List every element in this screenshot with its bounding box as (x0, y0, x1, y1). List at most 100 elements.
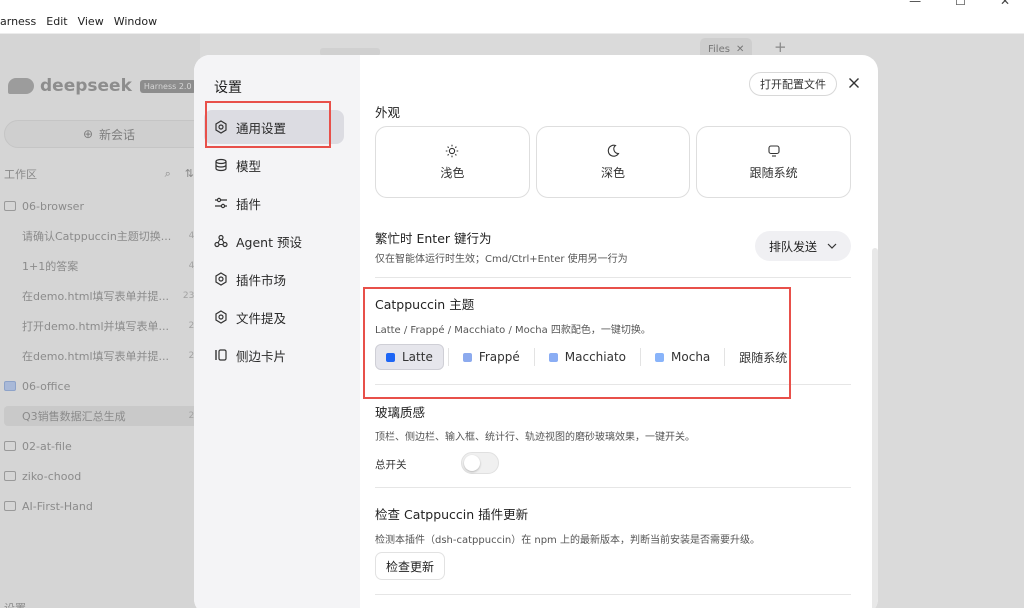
new-tab-button[interactable]: + (774, 38, 787, 56)
folder-icon (4, 441, 16, 451)
filter-icon[interactable]: ⇅ (185, 167, 194, 181)
divider (375, 277, 851, 278)
sun-icon (446, 144, 459, 157)
tree-label: 打开demo.html并填写表单... (22, 320, 170, 333)
tree-folder[interactable]: 06-office (4, 376, 200, 396)
tree-item[interactable]: 在demo.html填写表单并提... 23h (4, 286, 200, 306)
menu-view[interactable]: View (78, 15, 104, 28)
nav-item-label: 插件 (236, 196, 262, 212)
tree-item[interactable]: 打开demo.html并填写表单...2d (4, 316, 200, 336)
nav-item-models[interactable]: 模型 (204, 148, 344, 182)
close-icon[interactable]: ✕ (736, 44, 744, 55)
chevron-down-icon (827, 243, 837, 249)
folder-icon (4, 501, 16, 511)
tree-folder[interactable]: AI-First-Hand (4, 496, 200, 516)
workspace-tree: 06-browser 请确认Catppuccin主题切换...4h 1+1的答案4h… (4, 196, 200, 526)
workspace-label: 工作区 (4, 168, 37, 181)
appearance-heading: 外观 (375, 105, 401, 120)
toggle-knob (464, 455, 480, 471)
tab-files-label: Files (708, 43, 730, 55)
monitor-icon (768, 144, 780, 157)
menu-window[interactable]: Window (114, 15, 157, 28)
new-chat-button[interactable]: ⊕ 新会话 (4, 120, 214, 148)
update-heading: 检查 Catppuccin 插件更新 (375, 507, 529, 522)
workspace-header: 工作区 ⌕ ⇅ (4, 166, 194, 182)
search-icon[interactable]: ⌕ (165, 167, 171, 181)
tree-folder[interactable]: 02-at-file (4, 436, 200, 456)
menubar: arness Edit View Window — ☐ ✕ (0, 0, 1024, 34)
nav-item-label: 侧边卡片 (236, 348, 287, 364)
glass-toggle-label: 总开关 (375, 459, 407, 471)
nav-item-label: Agent 预设 (236, 234, 302, 250)
tree-label: AI-First-Hand (22, 499, 93, 513)
nav-item-agent-presets[interactable]: Agent 预设 (204, 224, 344, 258)
tree-label: 06-browser (22, 199, 84, 213)
busy-enter-desc: 仅在智能体运行时生效；Cmd/Ctrl+Enter 使用另一行为 (375, 254, 628, 265)
folder-icon (4, 201, 16, 211)
menu-list: arness Edit View Window (0, 15, 167, 28)
settings-nav-list: 通用设置 模型 插件 Agent 预设 插件市场 文件提及 侧边卡片 (204, 110, 344, 376)
moon-icon (607, 144, 620, 157)
tree-item[interactable]: 1+1的答案4h (4, 256, 200, 276)
appearance-light-option[interactable]: 浅色 (375, 126, 530, 198)
file-mention-icon (214, 310, 228, 324)
new-chat-label: 新会话 (99, 127, 136, 142)
open-config-button[interactable]: 打开配置文件 (749, 72, 837, 96)
annotation-box-nav (205, 101, 331, 148)
tree-folder[interactable]: 06-browser (4, 196, 200, 216)
tree-folder[interactable]: ziko-chood (4, 466, 200, 486)
nav-item-plugin-market[interactable]: 插件市场 (204, 262, 344, 296)
tree-item[interactable]: Q3销售数据汇总生成2d (4, 406, 200, 426)
divider (375, 487, 851, 488)
check-update-button[interactable]: 检查更新 (375, 552, 446, 580)
side-card-icon (214, 348, 228, 362)
whale-logo-icon (8, 78, 34, 94)
logo-text: deepseek (40, 76, 132, 96)
tree-label: 06-office (22, 379, 71, 393)
tree-label: 在demo.html填写表单并提... (22, 350, 170, 363)
annotation-box-theme (363, 287, 791, 399)
sliders-icon (214, 196, 228, 210)
database-icon (214, 158, 228, 172)
close-dialog-button[interactable] (844, 73, 864, 93)
close-icon (849, 78, 859, 88)
nav-item-label: 插件市场 (236, 272, 287, 288)
divider (375, 594, 851, 595)
glass-toggle[interactable] (461, 452, 499, 474)
tree-label: 请确认Catppuccin主题切换... (22, 230, 172, 243)
appearance-option-label: 跟随系统 (749, 165, 798, 180)
tree-item[interactable]: 在demo.html填写表单并提...2d (4, 346, 200, 366)
maximize-button[interactable]: ☐ (955, 0, 966, 8)
window-controls: — ☐ ✕ (909, 0, 1010, 8)
app-logo: deepseek Harness 2.0 (8, 76, 196, 96)
menu-edit[interactable]: Edit (46, 15, 67, 28)
tree-label: 02-at-file (22, 439, 72, 453)
plus-circle-icon: ⊕ (82, 127, 94, 141)
store-icon (214, 272, 228, 286)
scrollbar[interactable] (872, 248, 878, 608)
tree-label: 1+1的答案 (22, 260, 79, 273)
nav-item-label: 文件提及 (236, 310, 287, 326)
tree-item[interactable]: 请确认Catppuccin主题切换...4h (4, 226, 200, 246)
tree-label: 在demo.html填写表单并提... (22, 290, 170, 303)
folder-icon (4, 471, 16, 481)
minimize-button[interactable]: — (909, 0, 921, 8)
menu-app[interactable]: arness (0, 15, 36, 28)
busy-enter-select[interactable]: 排队发送 (754, 231, 851, 261)
busy-enter-value: 排队发送 (768, 239, 817, 254)
logo-badge: Harness 2.0 (139, 79, 196, 93)
update-desc: 检测本插件（dsh-catppuccin）在 npm 上的最新版本，判断当前安装… (375, 535, 760, 546)
folder-icon (4, 381, 16, 391)
nav-item-plugins[interactable]: 插件 (204, 186, 344, 220)
appearance-options: 浅色 深色 跟随系统 (375, 126, 852, 198)
appearance-system-option[interactable]: 跟随系统 (696, 126, 852, 198)
close-window-button[interactable]: ✕ (1000, 0, 1010, 8)
nav-item-side-cards[interactable]: 侧边卡片 (204, 338, 344, 372)
appearance-dark-option[interactable]: 深色 (535, 126, 691, 198)
appearance-option-label: 浅色 (440, 165, 465, 180)
sidebar-settings[interactable]: 设置 (4, 600, 26, 608)
busy-enter-heading: 繁忙时 Enter 键行为 (375, 231, 492, 246)
nav-item-file-mention[interactable]: 文件提及 (204, 300, 344, 334)
nav-item-label: 模型 (236, 158, 262, 174)
glass-desc: 顶栏、侧边栏、输入框、统计行、轨迹视图的磨砂玻璃效果，一键开关。 (375, 432, 695, 443)
